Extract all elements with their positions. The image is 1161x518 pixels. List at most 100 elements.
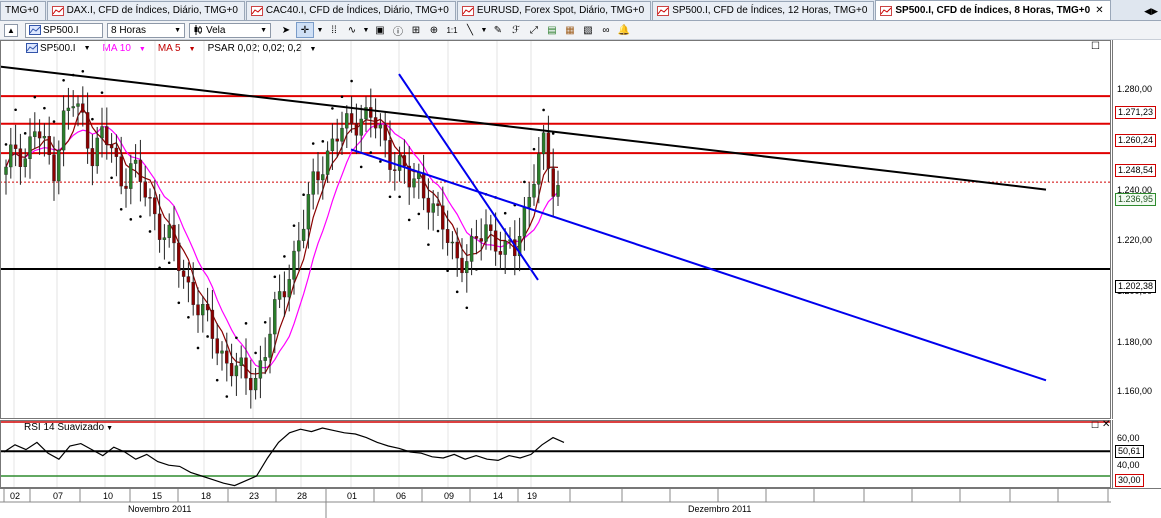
alert-bell-icon[interactable]: 🔔 [616,23,632,37]
candle-body [215,338,219,354]
candle [436,191,440,216]
rsi-level-label: 30,00 [1115,474,1144,487]
candle-body [479,238,483,242]
tab-scroll-left-icon[interactable]: ◀ [1144,6,1151,17]
candle-body [66,107,71,111]
tab-cac40[interactable]: CAC40.I, CFD de Índices, Diário, TMG+0 [245,1,456,20]
collapse-toolbar-button[interactable]: ▲ [4,23,18,37]
tab-dax[interactable]: DAX.I, CFD de Índices, Diário, TMG+0 [46,1,245,20]
candle [109,133,114,163]
expand-icon[interactable]: ⤢ [526,23,542,37]
crosshair-icon[interactable]: ✛ [296,22,314,38]
price-chart[interactable] [0,40,1111,419]
fibonacci-icon[interactable]: ℱ [508,23,524,37]
candle [517,217,522,272]
candle [167,213,171,248]
rsi-title[interactable]: RSI 14 Suavizado ▼ [24,422,113,433]
maximize-panel-button[interactable]: ☐ [1091,41,1100,52]
candle-body [181,270,186,277]
pin-icon[interactable]: ⊞ [408,23,424,37]
export-icon[interactable]: ▧ [580,23,596,37]
candle [162,224,167,260]
candle [417,163,421,199]
psar-dot [110,176,113,180]
last-price-label: 1.236,95 [1115,193,1157,206]
candle-body [460,257,464,274]
tab-label: DAX.I, CFD de Índices, Diário, TMG+0 [66,5,238,16]
chevron-down-icon[interactable]: ▼ [316,23,324,37]
link-icon[interactable]: ∞ [598,23,614,37]
chevron-down-icon[interactable]: ▼ [480,23,488,37]
close-rsi-icon[interactable]: ✕ [1102,419,1110,430]
candle-body [297,240,301,252]
template-icon[interactable]: ▦ [562,23,578,37]
day-tick: 06 [396,491,407,501]
day-tick: 02 [10,491,21,501]
zoom-icon[interactable]: ⊕ [426,23,442,37]
timeframe-select[interactable]: 8 Horas ▼ [107,22,185,38]
grid-icon[interactable]: ⁞⁞ [326,23,342,37]
candle-body [85,112,90,149]
candle-body [445,229,450,243]
candle-body [148,197,152,199]
tab-tmg[interactable]: TMG+0 [0,1,46,20]
month-label: Novembro 2011 [128,504,192,514]
psar-dot [81,69,85,73]
chevron-down-icon[interactable]: ▼ [362,23,370,37]
tab-eurusd[interactable]: EURUSD, Forex Spot, Diário, TMG+0 [456,1,652,20]
candle-body [172,224,176,244]
candle-body [498,251,503,255]
line-tool-icon[interactable]: ╲ [462,23,478,37]
candle [503,228,507,274]
candle [498,231,503,270]
chart-type-select[interactable]: Vela ▼ [189,22,271,38]
chevron-down-icon: ▼ [260,26,267,34]
info-icon[interactable]: ⓘ [390,23,406,38]
candle-body [412,178,416,188]
candle-body [114,147,119,157]
candle-body [129,163,133,189]
tab-scroll-right-icon[interactable]: ▶ [1151,6,1158,17]
rsi-chart[interactable] [0,420,1111,488]
candle-body [503,240,507,255]
candle [9,127,13,179]
window-icon[interactable]: ▣ [372,23,388,37]
price-tick: 1.160,00 [1117,386,1153,396]
candle-body [426,197,431,213]
psar-dot [139,215,142,218]
candle [359,104,363,152]
psar-dot [43,106,46,110]
close-tab-icon[interactable]: ✕ [1095,2,1103,20]
tab-sp500-12h[interactable]: SP500.I, CFD de Índices, 12 Horas, TMG+0 [652,1,875,20]
indicator-icon[interactable]: ∿ [344,23,360,37]
pencil-icon[interactable]: ✎ [490,23,506,37]
candle [556,170,560,207]
candle-body [277,291,282,300]
level-label-1271: 1.271,23 [1115,106,1157,119]
candle-body [282,291,287,298]
zoom-1-1-button[interactable]: 1:1 [444,23,460,37]
psar-dot [407,218,411,222]
candle-body [335,138,339,142]
chart-settings-icon[interactable]: ▤ [544,23,560,37]
candle-body [90,148,95,167]
candle-body [205,304,210,311]
candle-body [484,224,488,242]
candle-body [9,144,13,168]
candle-body [474,236,479,239]
candle-body [28,136,32,159]
day-tick: 28 [297,491,308,501]
candle-body [105,126,109,145]
candle-body [330,138,335,152]
chart-icon [29,25,41,35]
candle-body [431,203,435,213]
candle [263,337,267,375]
candle-body [220,350,224,354]
symbol-input[interactable]: SP500.I [25,22,103,38]
maximize-rsi-button[interactable]: ☐ [1091,420,1099,431]
cursor-icon[interactable]: ➤ [278,23,294,37]
level-label-1202: 1.202,38 [1115,280,1157,293]
candle-body [321,174,325,181]
tab-sp500-8h[interactable]: SP500.I, CFD de Índices, 8 Horas, TMG+0 … [875,0,1111,20]
psar-dot [503,211,507,215]
